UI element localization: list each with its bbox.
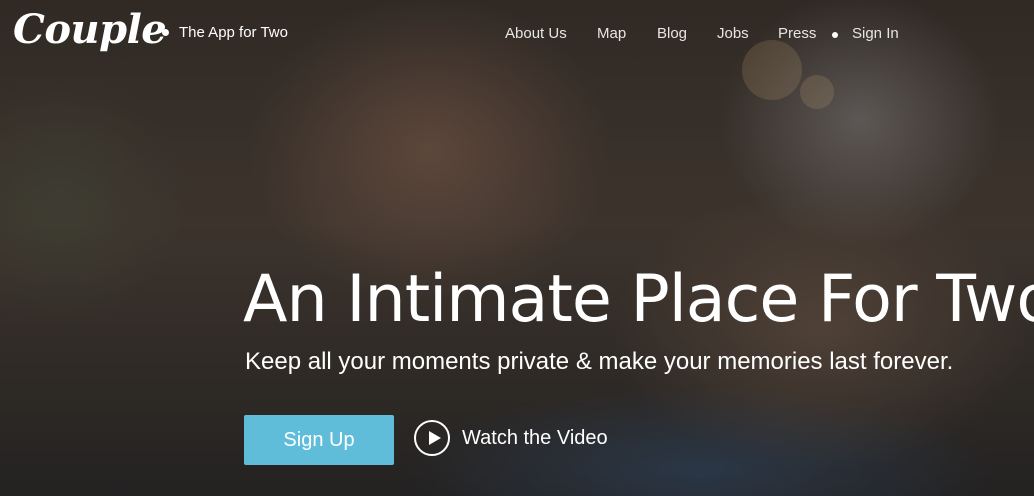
bullet-dot-icon bbox=[832, 32, 838, 38]
nav-about-us[interactable]: About Us bbox=[505, 25, 567, 42]
top-navigation-bar: Couple The App for Two About Us Map Blog… bbox=[0, 0, 1034, 70]
nav-blog[interactable]: Blog bbox=[657, 25, 687, 42]
nav-map[interactable]: Map bbox=[597, 25, 626, 42]
nav-sign-in[interactable]: Sign In bbox=[852, 25, 899, 42]
tagline-text: The App for Two bbox=[179, 24, 288, 41]
watch-video-label[interactable]: Watch the Video bbox=[462, 427, 608, 450]
hero-subheadline: Keep all your moments private & make you… bbox=[245, 348, 954, 375]
bullet-dot-icon bbox=[162, 29, 169, 36]
brand-tagline: The App for Two bbox=[162, 24, 288, 41]
nav-jobs[interactable]: Jobs bbox=[717, 25, 749, 42]
couple-logo[interactable]: Couple bbox=[13, 6, 167, 53]
play-icon[interactable] bbox=[414, 420, 450, 456]
nav-press[interactable]: Press bbox=[778, 25, 816, 42]
hero-headline: An Intimate Place For Two. bbox=[243, 262, 1034, 337]
sign-up-button[interactable]: Sign Up bbox=[244, 415, 394, 465]
watch-video-link[interactable]: Watch the Video bbox=[414, 420, 608, 456]
